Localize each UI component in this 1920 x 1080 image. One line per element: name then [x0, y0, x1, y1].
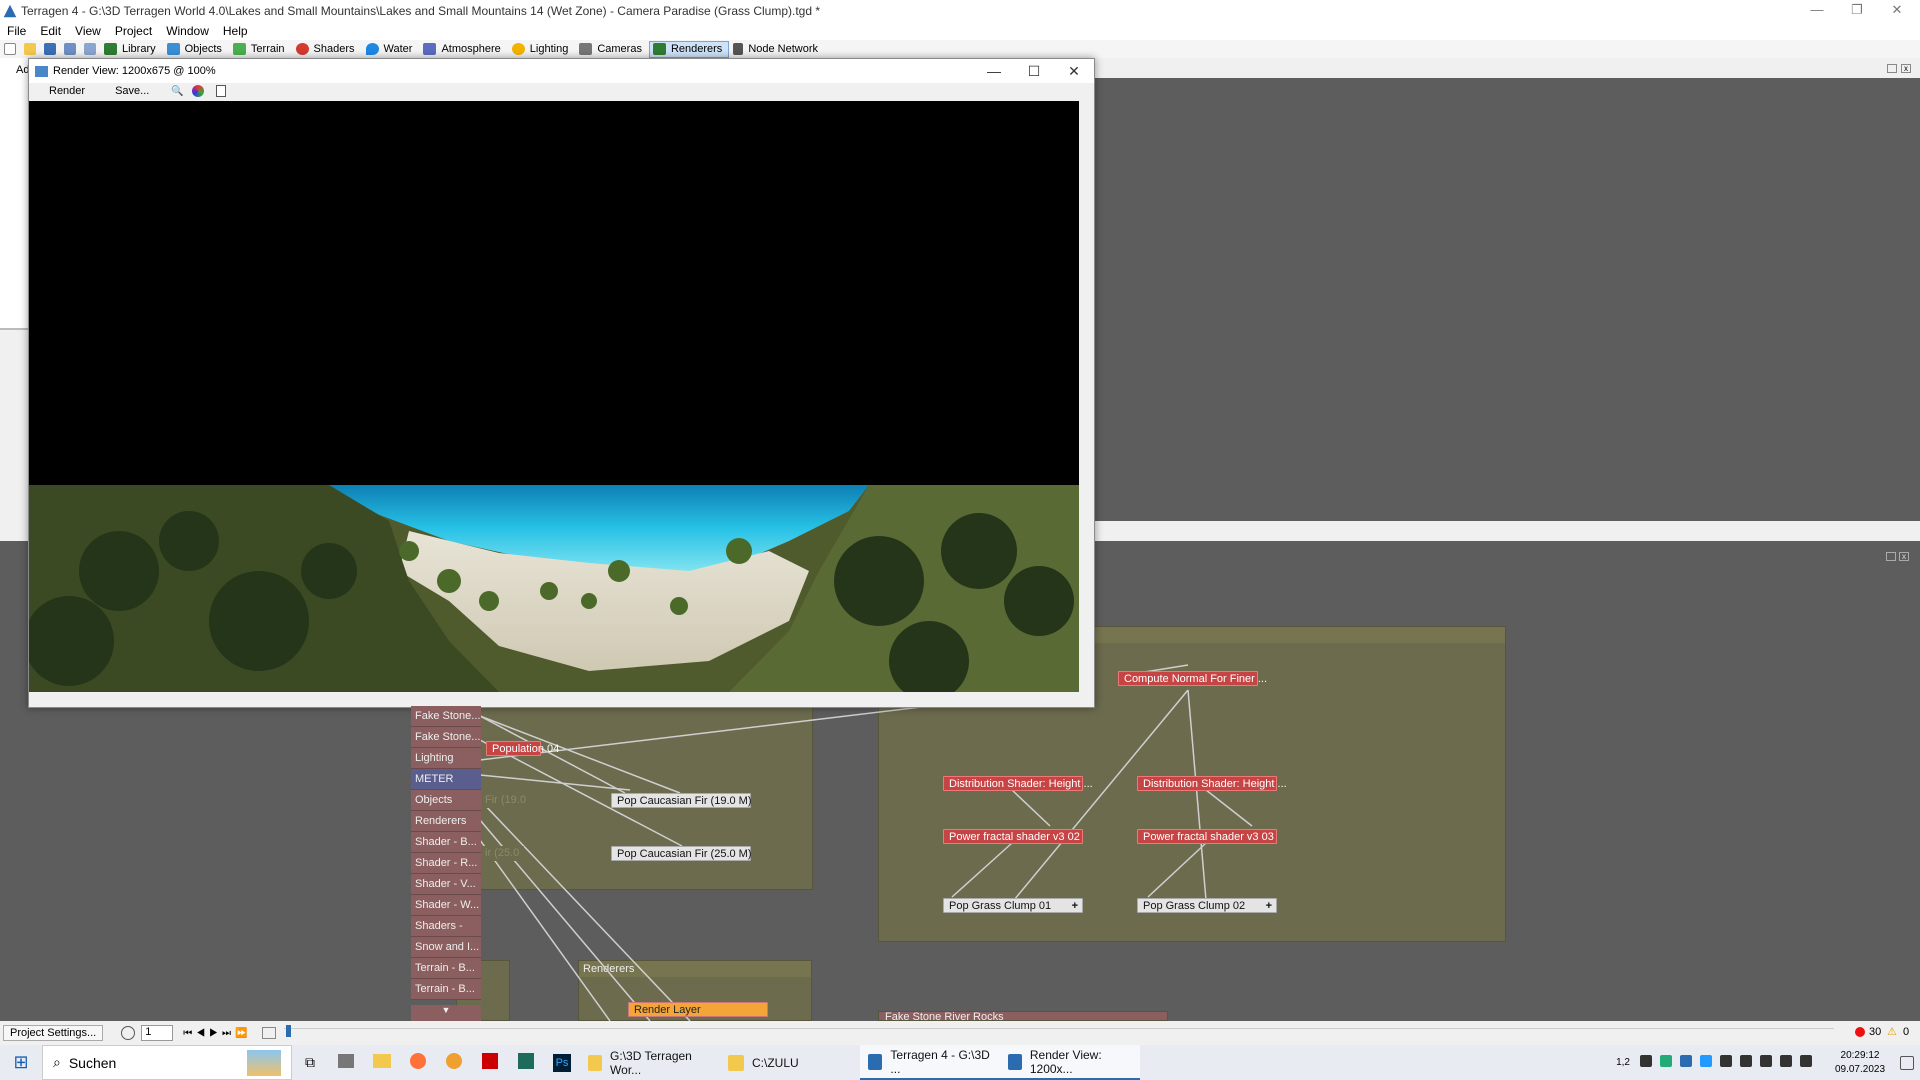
node-power-fractal-02[interactable]: Power fractal shader v3 02: [943, 829, 1083, 844]
clock-icon[interactable]: [121, 1026, 136, 1040]
render-image: [29, 101, 1079, 692]
project-settings-button[interactable]: Project Settings...: [3, 1025, 104, 1041]
windows-start-icon[interactable]: ⊞: [0, 1052, 42, 1073]
network-group-item[interactable]: Objects: [411, 790, 481, 811]
network-group-item[interactable]: Fake Stone...: [411, 706, 481, 727]
frame-input[interactable]: 1: [141, 1025, 174, 1041]
add-icon[interactable]: +: [1072, 899, 1078, 914]
network-group-item[interactable]: Shader - R...: [411, 853, 481, 874]
folder-icon: [588, 1054, 603, 1071]
node-fir-25-partial[interactable]: ir (25.0: [480, 846, 525, 861]
search-icon: ⌕: [53, 1054, 61, 1070]
app-icon-2[interactable]: [436, 1053, 472, 1072]
render-button[interactable]: Render: [39, 84, 95, 98]
timeline-slider[interactable]: [283, 1025, 1834, 1038]
node-compute-normal[interactable]: Compute Normal For Finer ...: [1118, 671, 1267, 686]
network-group-item[interactable]: Fake Stone...: [411, 727, 481, 748]
scroll-down-icon[interactable]: ▼: [411, 1005, 481, 1021]
folder-icon: [728, 1054, 744, 1071]
taskbar-app-render-view[interactable]: Render View: 1200x...: [1000, 1045, 1140, 1080]
app-icon-3[interactable]: [508, 1053, 544, 1072]
render-view-titlebar[interactable]: Render View: 1200x675 @ 100% — ☐ ✕: [29, 59, 1094, 83]
error-icon[interactable]: [1855, 1027, 1865, 1037]
task-view-icon[interactable]: ⧉: [292, 1054, 328, 1071]
network-group-item[interactable]: Renderers: [411, 811, 481, 832]
node-fir-19-partial[interactable]: Fir (19.0: [480, 793, 531, 808]
network-group-item[interactable]: Shaders - L...: [411, 916, 481, 953]
node-pop-grass-clump-01[interactable]: Pop Grass Clump 01 +: [943, 898, 1083, 913]
terragen-icon: [868, 1053, 883, 1070]
render-minimize-icon[interactable]: —: [974, 59, 1014, 83]
status-bar: Project Settings... 1 ⏮◀▶⏭⏩ 30 ⚠ 0: [0, 1021, 1920, 1045]
timeline-settings-icon[interactable]: [261, 1027, 276, 1039]
zoom-icon[interactable]: 🔍: [171, 86, 183, 97]
taskbar-clock[interactable]: 20:29:12 09.07.2023: [1830, 1049, 1890, 1077]
render-vertical-scrollbar[interactable]: [1079, 101, 1094, 692]
terragen-icon: [1008, 1053, 1022, 1070]
taskbar-app-explorer-terragen[interactable]: G:\3D Terragen Wor...: [580, 1045, 720, 1080]
network-group-item[interactable]: Shader - B...: [411, 832, 481, 853]
search-placeholder: Suchen: [68, 1054, 117, 1071]
node-pop-caucasian-fir-19[interactable]: Pop Caucasian Fir (19.0 M): [611, 793, 752, 808]
add-icon[interactable]: +: [1266, 899, 1272, 914]
windows-taskbar: ⊞ ⌕ Suchen ⧉ Ps G:\3D Terragen Wor... C:…: [0, 1045, 1920, 1080]
render-close-icon[interactable]: ✕: [1054, 59, 1094, 83]
node-render-layer[interactable]: Render Layer: [628, 1002, 768, 1017]
color-channels-icon[interactable]: [191, 85, 204, 97]
render-view-icon: [35, 65, 48, 77]
network-group-item[interactable]: Terrain - B...: [411, 979, 481, 1000]
search-highlight-icon: [247, 1049, 281, 1076]
system-tray[interactable]: [1636, 1055, 1816, 1070]
file-explorer-icon[interactable]: [364, 1054, 400, 1071]
app-icon-1[interactable]: [328, 1054, 364, 1071]
app-icon-rn[interactable]: [472, 1053, 508, 1072]
error-count: 30: [1869, 1026, 1882, 1038]
network-group-item[interactable]: METER: [411, 769, 481, 790]
warning-count: 0: [1903, 1026, 1910, 1038]
photoshop-icon[interactable]: Ps: [544, 1053, 580, 1072]
warning-icon[interactable]: ⚠: [1887, 1025, 1897, 1038]
render-view-title: Render View: 1200x675 @ 100%: [53, 65, 216, 77]
network-group-item[interactable]: Shader - V...: [411, 874, 481, 895]
render-horizontal-scrollbar[interactable]: [29, 692, 1079, 707]
taskbar-app-explorer-zulu[interactable]: C:\ZULU: [720, 1045, 860, 1080]
render-view-window[interactable]: Render View: 1200x675 @ 100% — ☐ ✕ Rende…: [28, 58, 1095, 708]
node-population-04[interactable]: Population 04: [486, 741, 559, 756]
network-group-item[interactable]: Snow and I...: [411, 937, 481, 958]
taskbar-app-terragen[interactable]: Terragen 4 - G:\3D ...: [860, 1045, 1000, 1080]
save-button[interactable]: Save...: [105, 84, 159, 98]
taskbar-search[interactable]: ⌕ Suchen: [42, 1045, 292, 1080]
tray-badge: 1,2: [1616, 1057, 1630, 1068]
notifications-icon[interactable]: [1900, 1055, 1914, 1070]
network-group-item[interactable]: Shader - W...: [411, 895, 481, 916]
network-group-item[interactable]: Terrain - B...: [411, 958, 481, 979]
node-power-fractal-03[interactable]: Power fractal shader v3 03: [1137, 829, 1277, 844]
render-maximize-icon[interactable]: ☐: [1014, 59, 1054, 83]
node-distribution-shader-2[interactable]: Distribution Shader: Height ...: [1137, 776, 1287, 791]
firefox-icon[interactable]: [400, 1053, 436, 1072]
rendered-scene: [29, 485, 1079, 692]
render-view-toolbar: Render Save... 🔍: [29, 83, 1094, 99]
document-icon[interactable]: [215, 85, 226, 97]
node-pop-grass-clump-02[interactable]: Pop Grass Clump 02 +: [1137, 898, 1277, 913]
node-pop-caucasian-fir-25[interactable]: Pop Caucasian Fir (25.0 M): [611, 846, 752, 861]
node-distribution-shader-1[interactable]: Distribution Shader: Height ...: [943, 776, 1093, 791]
network-group-item[interactable]: Lighting: [411, 748, 481, 769]
playback-controls[interactable]: ⏮◀▶⏭⏩: [183, 1028, 251, 1039]
